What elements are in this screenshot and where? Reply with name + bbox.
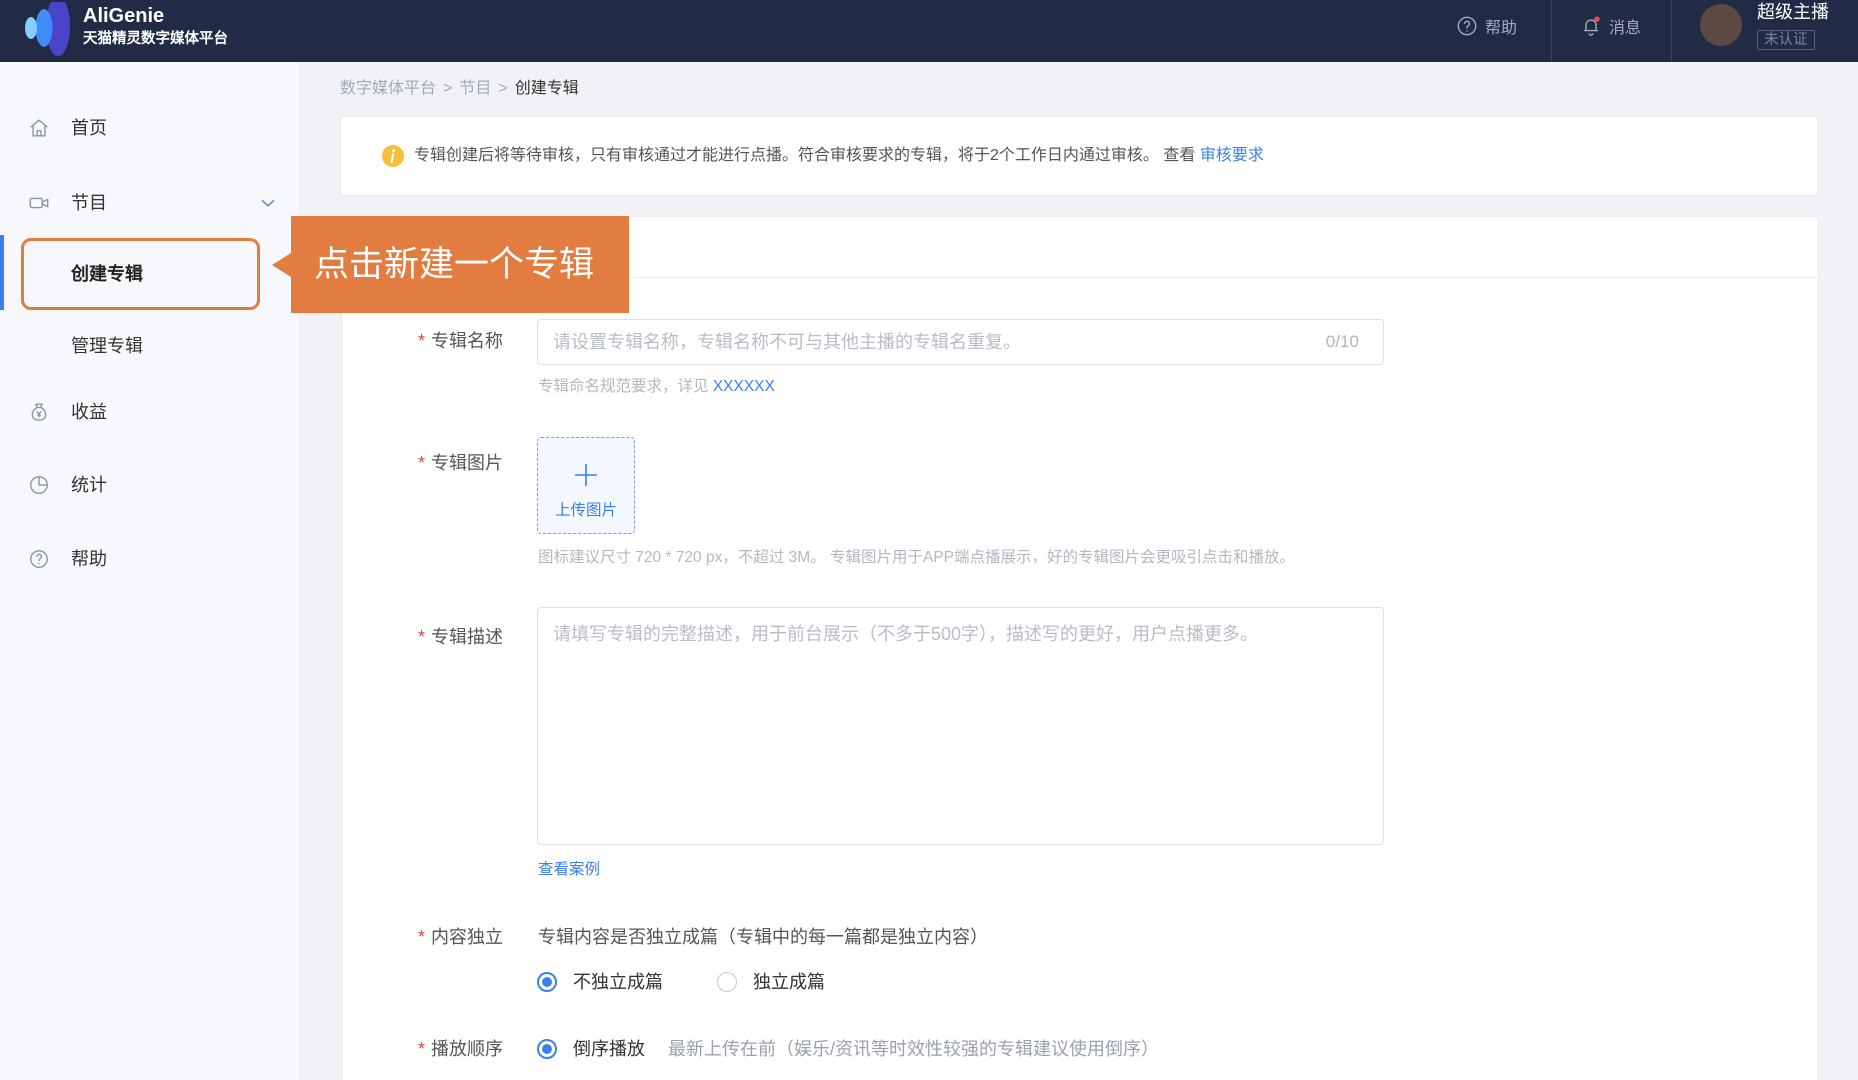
radio-option-not-independent[interactable]: 不独立成篇: [537, 970, 663, 994]
content-independent-label-text: 内容独立: [431, 927, 503, 947]
callout-highlight-frame: [21, 238, 260, 310]
required-mark: *: [417, 1039, 425, 1059]
radio-label: 倒序播放: [573, 1039, 645, 1059]
sidebar-item-label: 收益: [71, 402, 107, 422]
play-order-label: * 播放顺序: [382, 1037, 503, 1061]
sound-wave-logo-icon[interactable]: [22, 2, 74, 58]
info-icon: [382, 145, 404, 167]
help-circle-icon: [1457, 16, 1477, 36]
sidebar-item-label: 统计: [71, 475, 107, 495]
home-icon: [30, 119, 48, 137]
brand-name[interactable]: AliGenie: [83, 4, 164, 28]
sidebar-item-help[interactable]: 帮助: [0, 535, 299, 583]
breadcrumb: 数字媒体平台 > 节目 > 创建专辑: [340, 79, 579, 99]
required-mark: *: [417, 331, 425, 351]
album-image-label-text: 专辑图片: [431, 453, 503, 473]
album-name-label: * 专辑名称: [382, 329, 503, 353]
help-circle-icon: [30, 550, 48, 568]
header-divider: [1671, 0, 1672, 62]
sidebar-item-label: 管理专辑: [71, 336, 143, 356]
upload-image-label: 上传图片: [554, 502, 617, 519]
radio-button[interactable]: [717, 972, 737, 992]
header-help-label: 帮助: [1485, 20, 1518, 37]
play-order-note: 最新上传在前（娱乐/资讯等时效性较强的专辑建议使用倒序）: [668, 1039, 1159, 1059]
radio-option-reverse-order[interactable]: 倒序播放: [537, 1037, 645, 1061]
radio-label: 不独立成篇: [573, 972, 663, 992]
money-bag-icon: [31, 403, 47, 421]
album-name-label-text: 专辑名称: [431, 331, 503, 351]
plus-icon: [575, 464, 597, 486]
sidebar-item-manage-album[interactable]: 管理专辑: [0, 322, 299, 370]
required-mark: *: [417, 453, 425, 473]
sidebar-item-label: 帮助: [71, 549, 107, 569]
bell-icon: [1584, 16, 1600, 36]
required-mark: *: [417, 627, 425, 647]
naming-rules-link[interactable]: XXXXXX: [713, 378, 775, 395]
sidebar: 首页 节目 创建专辑 管理专辑 收益 统计 帮助: [0, 62, 299, 1080]
callout-arrow: [272, 253, 291, 277]
review-requirements-link[interactable]: 审核要求: [1200, 147, 1264, 164]
content-independent-label: * 内容独立: [382, 925, 503, 949]
upload-image-button[interactable]: 上传图片: [537, 437, 635, 534]
album-image-hint: 图标建议尺寸 720 * 720 px，不超过 3M。 专辑图片用于APP端点播…: [538, 549, 1296, 566]
user-name[interactable]: 超级主播: [1757, 1, 1829, 23]
album-name-hint-text: 专辑命名规范要求，详见: [538, 378, 709, 395]
breadcrumb-current: 创建专辑: [514, 80, 579, 97]
user-avatar[interactable]: [1700, 4, 1742, 46]
sidebar-item-statistics[interactable]: 统计: [0, 461, 299, 509]
header-message-label: 消息: [1609, 20, 1642, 37]
breadcrumb-item[interactable]: 节目: [459, 79, 491, 99]
album-name-field[interactable]: 0/10: [537, 319, 1384, 365]
sidebar-item-programs[interactable]: 节目: [0, 179, 299, 227]
sidebar-item-home[interactable]: 首页: [0, 104, 299, 152]
callout-text: 点击新建一个专辑: [314, 245, 595, 284]
header-divider: [1551, 0, 1552, 62]
album-description-label-text: 专辑描述: [431, 627, 503, 647]
album-description-label: * 专辑描述: [382, 625, 503, 649]
notice-text: 专辑创建后将等待审核，只有审核通过才能进行点播。符合审核要求的专辑，将于2个工作…: [414, 147, 1159, 164]
album-name-input[interactable]: [553, 331, 1326, 353]
breadcrumb-separator: >: [443, 80, 453, 97]
header-help-button[interactable]: 帮助: [1456, 14, 1517, 38]
sidebar-item-label: 首页: [71, 118, 107, 138]
album-name-hint: 专辑命名规范要求，详见 XXXXXX: [538, 377, 775, 397]
radio-option-independent[interactable]: 独立成篇: [717, 970, 825, 994]
tutorial-callout: 点击新建一个专辑: [291, 216, 629, 313]
play-order-label-text: 播放顺序: [431, 1039, 503, 1059]
required-mark: *: [417, 927, 425, 947]
review-notice-banner: 专辑创建后将等待审核，只有审核通过才能进行点播。符合审核要求的专辑，将于2个工作…: [340, 116, 1819, 196]
pie-chart-icon: [30, 476, 48, 494]
top-header: AliGenie 天猫精灵数字媒体平台 帮助 消息 超级主播 未认证: [0, 0, 1858, 62]
video-icon: [29, 197, 49, 209]
content-independent-question: 专辑内容是否独立成篇（专辑中的每一篇都是独立内容）: [538, 927, 988, 947]
sidebar-item-label: 节目: [71, 193, 107, 213]
header-message-button[interactable]: 消息: [1580, 14, 1641, 38]
album-image-label: * 专辑图片: [382, 451, 503, 475]
breadcrumb-item[interactable]: 数字媒体平台: [340, 79, 436, 99]
chevron-down-icon[interactable]: [257, 192, 279, 214]
view-example-link[interactable]: 查看案例: [538, 860, 600, 880]
album-description-textarea[interactable]: [537, 607, 1384, 845]
brand-subtitle: 天猫精灵数字媒体平台: [83, 31, 228, 47]
breadcrumb-separator: >: [498, 80, 508, 97]
radio-button[interactable]: [537, 1039, 557, 1059]
notice-text-line: 专辑创建后将等待审核，只有审核通过才能进行点播。符合审核要求的专辑，将于2个工作…: [414, 145, 1264, 167]
sidebar-item-earnings[interactable]: 收益: [0, 388, 299, 436]
user-status-badge: 未认证: [1757, 30, 1815, 50]
radio-button[interactable]: [537, 972, 557, 992]
create-album-form: * 专辑名称 0/10 专辑命名规范要求，详见 XXXXXX * 专辑图片 上传图片…: [341, 216, 1819, 1080]
notice-view-label: 查看: [1163, 147, 1196, 164]
album-name-char-counter: 0/10: [1325, 332, 1359, 351]
radio-label: 独立成篇: [753, 972, 825, 992]
